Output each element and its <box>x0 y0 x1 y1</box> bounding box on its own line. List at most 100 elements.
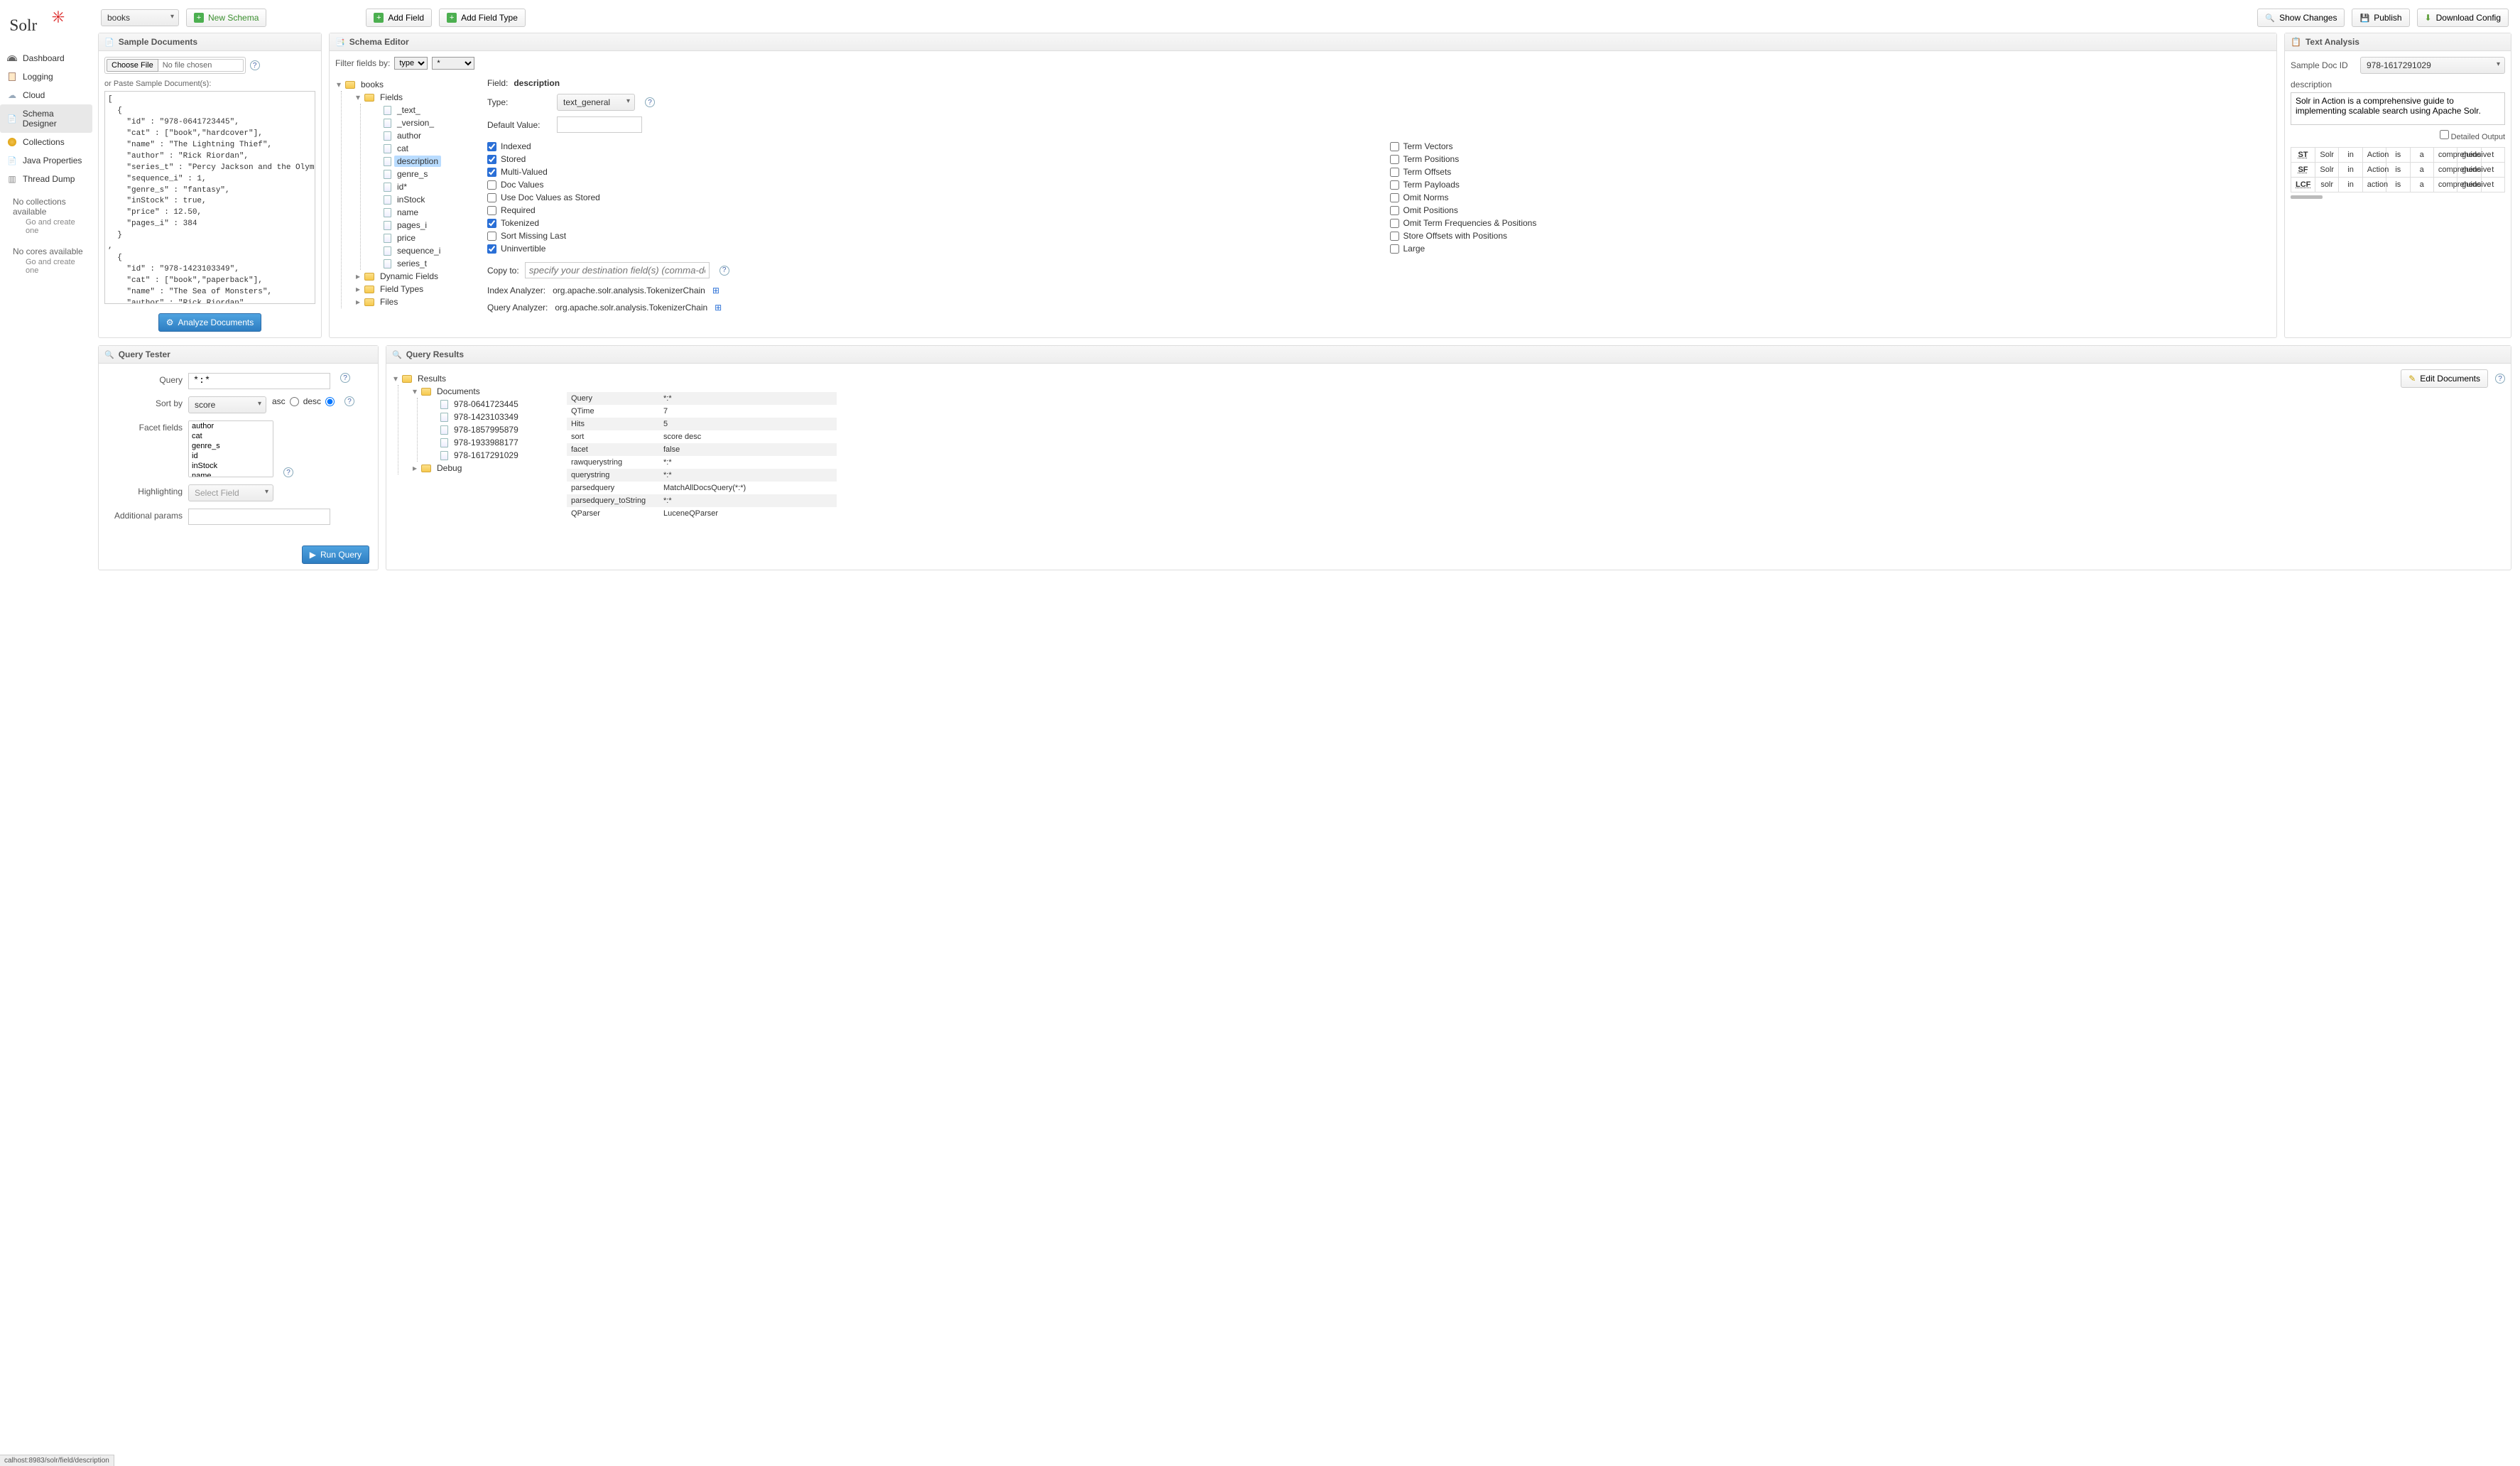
field-type-select[interactable]: text_general <box>557 94 635 111</box>
tree-field[interactable]: cat <box>394 143 411 154</box>
field-prop-checkbox[interactable] <box>487 206 496 215</box>
field-prop-checkbox[interactable] <box>487 219 496 228</box>
tree-field[interactable]: sequence_i <box>394 245 443 256</box>
asc-label: asc <box>272 396 286 406</box>
field-prop-checkbox[interactable] <box>487 142 496 151</box>
default-value-input[interactable] <box>557 116 642 133</box>
copy-to-input[interactable] <box>525 262 710 278</box>
edit-documents-button[interactable]: Edit Documents <box>2401 369 2488 388</box>
tree-field[interactable]: genre_s <box>394 168 430 180</box>
tree-field[interactable]: _text_ <box>394 104 423 116</box>
field-prop-checkbox[interactable] <box>1390 244 1399 254</box>
help-icon[interactable]: ? <box>344 396 354 406</box>
result-doc[interactable]: 978-1857995879 <box>451 424 521 435</box>
facet-fields-list[interactable]: authorcatgenre_sidinStocknamepages_i <box>188 420 273 477</box>
sample-doc-id-select[interactable]: 978-1617291029 <box>2360 57 2505 74</box>
tree-field-types[interactable]: Field Types <box>377 283 426 295</box>
filter-select-value[interactable]: * <box>432 57 474 70</box>
tree-field[interactable]: series_t <box>394 258 430 269</box>
field-prop-checkbox[interactable] <box>487 232 496 241</box>
tree-field[interactable]: price <box>394 232 418 244</box>
tree-toggle[interactable]: ▾ <box>354 92 362 102</box>
create-collection-link[interactable]: Go and create one <box>7 218 85 235</box>
field-prop-checkbox[interactable] <box>487 180 496 190</box>
query-input[interactable] <box>188 373 330 389</box>
result-doc[interactable]: 978-0641723445 <box>451 398 521 410</box>
filter-select-type[interactable]: type <box>394 57 428 70</box>
tree-toggle[interactable]: ▾ <box>335 80 342 89</box>
field-prop-checkbox[interactable] <box>1390 155 1399 164</box>
asc-radio[interactable] <box>290 397 299 406</box>
help-icon[interactable]: ? <box>340 373 350 383</box>
tree-field[interactable]: name <box>394 207 421 218</box>
tree-field[interactable]: inStock <box>394 194 428 205</box>
sort-by-select[interactable]: score <box>188 396 266 413</box>
publish-button[interactable]: Publish <box>2352 9 2409 27</box>
add-field-type-button[interactable]: +Add Field Type <box>439 9 526 27</box>
create-core-link[interactable]: Go and create one <box>7 258 85 275</box>
nav-dashboard[interactable]: Dashboard <box>0 49 92 67</box>
nav-thread-dump[interactable]: Thread Dump <box>0 170 92 188</box>
tree-dynamic-fields[interactable]: Dynamic Fields <box>377 271 441 282</box>
choose-file-button[interactable]: Choose File <box>107 59 158 72</box>
tree-toggle[interactable]: ▾ <box>392 374 399 384</box>
copy-to-label: Copy to: <box>487 266 519 276</box>
analyze-documents-button[interactable]: Analyze Documents <box>158 313 261 332</box>
field-prop-checkbox[interactable] <box>1390 168 1399 177</box>
new-schema-button[interactable]: +New Schema <box>186 9 266 27</box>
sample-documents-textarea[interactable]: [ { "id" : "978-0641723445", "cat" : ["b… <box>104 91 315 304</box>
results-node[interactable]: Results <box>415 373 449 384</box>
field-prop-checkbox[interactable] <box>1390 219 1399 228</box>
field-prop-checkbox[interactable] <box>1390 206 1399 215</box>
field-prop-checkbox[interactable] <box>487 244 496 254</box>
nav-logging[interactable]: Logging <box>0 67 92 86</box>
add-field-button[interactable]: +Add Field <box>366 9 432 27</box>
result-doc[interactable]: 978-1617291029 <box>451 450 521 461</box>
nav-schema-designer[interactable]: Schema Designer <box>0 104 92 133</box>
nav-java-properties[interactable]: Java Properties <box>0 151 92 170</box>
field-prop-checkbox[interactable] <box>1390 232 1399 241</box>
debug-node[interactable]: Debug <box>434 462 465 474</box>
download-config-button[interactable]: Download Config <box>2417 9 2509 27</box>
tree-toggle[interactable]: ▾ <box>411 386 418 396</box>
tree-fields-label[interactable]: Fields <box>377 92 406 103</box>
expand-index-analyzer[interactable]: ⊞ <box>712 286 719 295</box>
tree-toggle[interactable]: ▸ <box>354 284 362 294</box>
tree-field[interactable]: pages_i <box>394 219 430 231</box>
tree-field[interactable]: description <box>394 156 441 167</box>
expand-query-analyzer[interactable]: ⊞ <box>715 303 722 313</box>
additional-params-input[interactable] <box>188 509 330 525</box>
field-prop-checkbox[interactable] <box>1390 193 1399 202</box>
help-icon[interactable]: ? <box>645 97 655 107</box>
nav-collections[interactable]: Collections <box>0 133 92 151</box>
highlighting-select[interactable]: Select Field <box>188 484 273 501</box>
tree-files[interactable]: Files <box>377 296 401 308</box>
run-query-button[interactable]: ▶Run Query <box>302 545 369 564</box>
field-prop-checkbox[interactable] <box>487 193 496 202</box>
show-changes-button[interactable]: Show Changes <box>2257 9 2345 27</box>
tree-field[interactable]: author <box>394 130 424 141</box>
tree-root-label[interactable]: books <box>358 79 386 90</box>
analysis-scrollbar[interactable] <box>2291 195 2323 199</box>
result-doc[interactable]: 978-1933988177 <box>451 437 521 448</box>
help-icon[interactable]: ? <box>283 467 293 477</box>
field-prop-checkbox[interactable] <box>1390 142 1399 151</box>
analysis-text-input[interactable]: Solr in Action is a comprehensive guide … <box>2291 92 2505 125</box>
help-icon[interactable]: ? <box>2495 374 2505 384</box>
documents-node[interactable]: Documents <box>434 386 483 397</box>
tree-field[interactable]: _version_ <box>394 117 437 129</box>
desc-radio[interactable] <box>325 397 335 406</box>
schema-select[interactable]: books <box>101 9 179 26</box>
result-doc[interactable]: 978-1423103349 <box>451 411 521 423</box>
help-icon[interactable]: ? <box>250 60 260 70</box>
field-prop-checkbox[interactable] <box>487 168 496 177</box>
nav-cloud[interactable]: Cloud <box>0 86 92 104</box>
tree-toggle[interactable]: ▸ <box>354 297 362 307</box>
help-icon[interactable]: ? <box>719 266 729 276</box>
tree-toggle[interactable]: ▸ <box>411 463 418 473</box>
detailed-output-toggle[interactable]: Detailed Output <box>2440 133 2506 141</box>
tree-field[interactable]: id* <box>394 181 410 192</box>
field-prop-checkbox[interactable] <box>1390 180 1399 190</box>
tree-toggle[interactable]: ▸ <box>354 271 362 281</box>
field-prop-checkbox[interactable] <box>487 155 496 164</box>
